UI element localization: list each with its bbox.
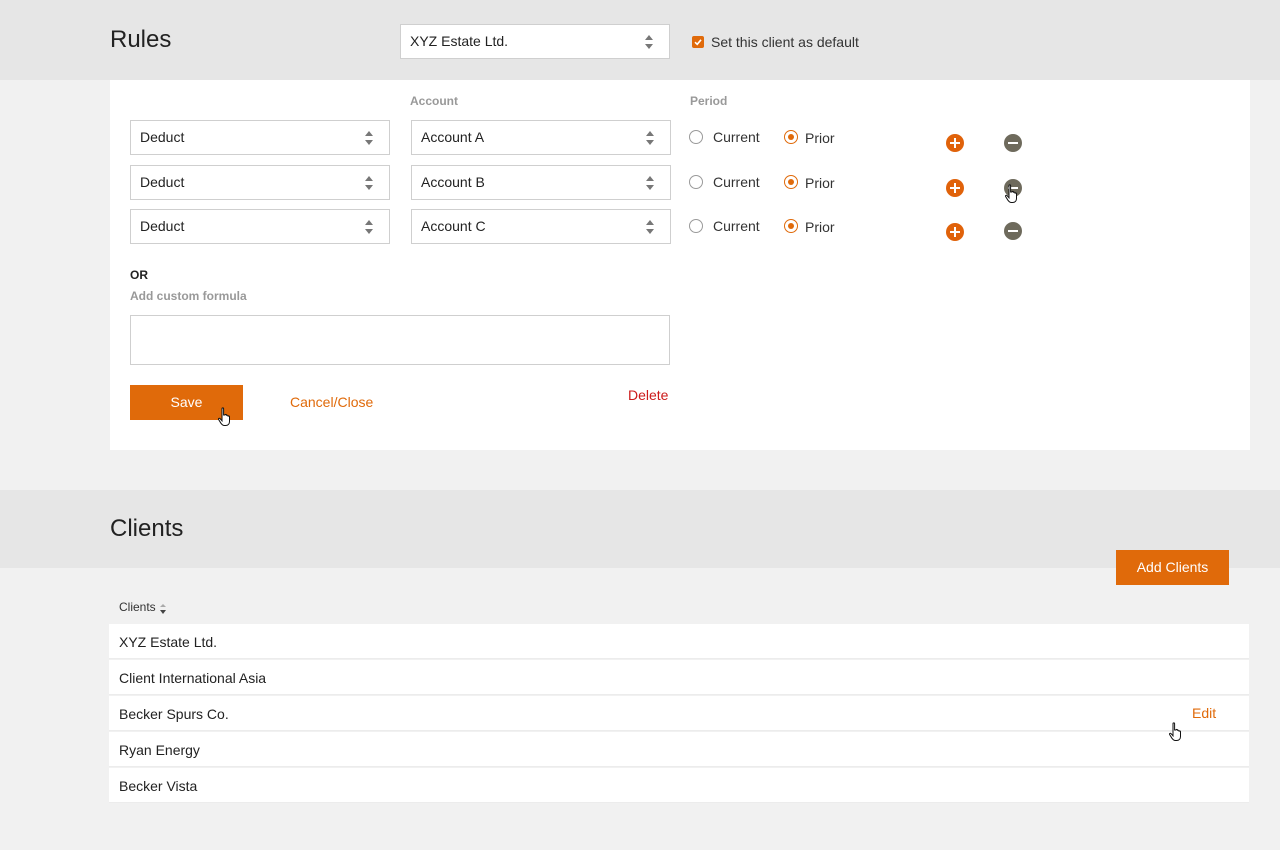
remove-row-icon — [1008, 230, 1018, 232]
custom-formula-label: Add custom formula — [130, 289, 247, 303]
clients-title: Clients — [110, 515, 184, 542]
account-select-value: Account B — [421, 174, 485, 190]
select-arrows-icon — [646, 219, 654, 235]
account-select-value: Account A — [421, 129, 485, 145]
clients-column-header[interactable]: Clients — [119, 600, 156, 614]
remove-row-button[interactable] — [1004, 134, 1022, 152]
select-arrows-icon — [365, 130, 373, 146]
period-current-label: Current — [713, 218, 760, 234]
client-select-value: XYZ Estate Ltd. — [410, 33, 509, 49]
select-arrows-icon — [646, 130, 654, 146]
period-prior-label: Prior — [805, 130, 835, 146]
period-prior-radio[interactable] — [784, 130, 798, 144]
add-row-button[interactable] — [946, 223, 964, 241]
period-current-label: Current — [713, 129, 760, 145]
table-row[interactable]: Becker Spurs Co. — [109, 696, 1249, 731]
period-current-radio[interactable] — [689, 175, 703, 189]
remove-row-icon — [1008, 142, 1018, 144]
add-row-button[interactable] — [946, 179, 964, 197]
hand-cursor-icon — [1004, 184, 1017, 203]
rules-title: Rules — [110, 26, 172, 53]
period-current-label: Current — [713, 174, 760, 190]
add-row-button[interactable] — [946, 134, 964, 152]
or-label: OR — [130, 268, 148, 282]
sort-icon[interactable] — [160, 604, 166, 614]
select-arrows-icon — [365, 219, 373, 235]
custom-formula-input[interactable] — [130, 315, 670, 365]
cancel-close-link[interactable]: Cancel/Close — [290, 394, 373, 410]
table-row[interactable]: Ryan Energy — [109, 732, 1249, 767]
action-select[interactable]: Deduct — [130, 209, 390, 244]
table-row[interactable]: XYZ Estate Ltd. — [109, 624, 1249, 659]
select-arrows-icon — [646, 175, 654, 191]
client-name: Becker Spurs Co. — [119, 706, 229, 722]
clients-column-label: Clients — [119, 600, 156, 614]
default-client-checkbox[interactable] — [692, 36, 704, 48]
period-current-radio[interactable] — [689, 219, 703, 233]
account-column-header: Account — [410, 94, 458, 108]
account-select[interactable]: Account C — [411, 209, 671, 244]
hand-cursor-icon — [1168, 722, 1181, 741]
action-select[interactable]: Deduct — [130, 120, 390, 155]
client-select[interactable]: XYZ Estate Ltd. — [400, 24, 670, 59]
account-select[interactable]: Account B — [411, 165, 671, 200]
checkmark-icon — [694, 39, 702, 46]
delete-link[interactable]: Delete — [628, 387, 668, 403]
client-name: Becker Vista — [119, 778, 198, 794]
table-row[interactable]: Client International Asia — [109, 660, 1249, 695]
client-name: Client International Asia — [119, 670, 267, 686]
account-select[interactable]: Account A — [411, 120, 671, 155]
add-clients-button[interactable]: Add Clients — [1116, 550, 1229, 585]
period-current-radio[interactable] — [689, 130, 703, 144]
client-name: Ryan Energy — [119, 742, 200, 758]
hand-cursor-icon — [217, 407, 230, 426]
select-arrows-icon — [645, 34, 653, 50]
action-select-value: Deduct — [140, 174, 185, 190]
period-prior-radio[interactable] — [784, 219, 798, 233]
action-select-value: Deduct — [140, 129, 185, 145]
period-prior-radio[interactable] — [784, 175, 798, 189]
clients-header — [0, 490, 1280, 568]
client-name: XYZ Estate Ltd. — [119, 634, 218, 650]
default-client-label: Set this client as default — [711, 34, 859, 50]
action-select-value: Deduct — [140, 218, 185, 234]
action-select[interactable]: Deduct — [130, 165, 390, 200]
remove-row-button[interactable] — [1004, 222, 1022, 240]
table-row[interactable]: Becker Vista — [109, 768, 1249, 803]
edit-client-link[interactable]: Edit — [1192, 705, 1216, 721]
period-prior-label: Prior — [805, 175, 835, 191]
account-select-value: Account C — [421, 218, 486, 234]
select-arrows-icon — [365, 175, 373, 191]
period-column-header: Period — [690, 94, 728, 108]
period-prior-label: Prior — [805, 219, 835, 235]
